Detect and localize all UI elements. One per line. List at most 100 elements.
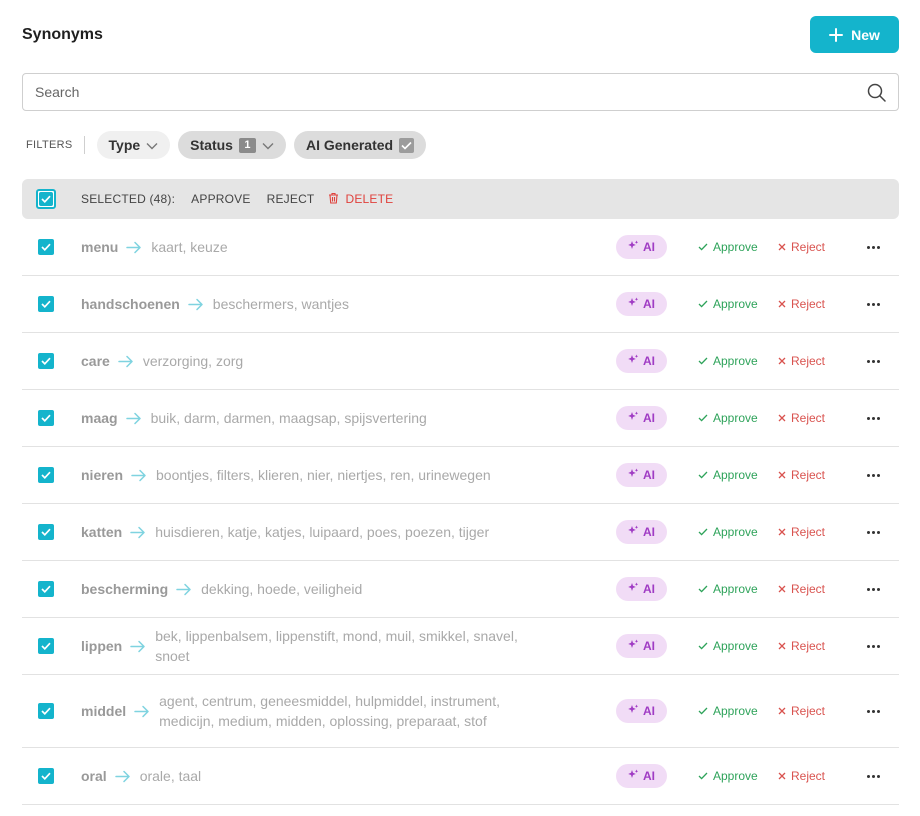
reject-label: Reject	[791, 704, 826, 718]
ai-badge: AI	[616, 235, 667, 259]
reject-label: Reject	[791, 468, 826, 482]
approve-button[interactable]: Approve	[698, 411, 758, 425]
reject-button[interactable]: Reject	[778, 704, 825, 718]
ai-badge-label: AI	[643, 769, 655, 783]
table-row: katten huisdieren, katje, katjes, luipaa…	[22, 504, 899, 561]
row-checkbox[interactable]	[38, 239, 54, 255]
ai-badge-label: AI	[643, 354, 655, 368]
search-input[interactable]	[35, 84, 867, 100]
check-icon	[698, 468, 708, 482]
approve-button[interactable]: Approve	[698, 354, 758, 368]
row-checkbox[interactable]	[38, 524, 54, 540]
approve-button[interactable]: Approve	[698, 769, 758, 783]
synonym-pair: care verzorging, zorg	[81, 351, 243, 371]
approve-button[interactable]: Approve	[698, 639, 758, 653]
more-options-icon[interactable]	[864, 769, 882, 783]
approve-button[interactable]: Approve	[698, 704, 758, 718]
close-icon	[778, 525, 786, 539]
selected-count: SELECTED (48):	[81, 192, 176, 206]
checkmark-icon	[399, 137, 415, 153]
row-checkbox[interactable]	[38, 467, 54, 483]
reject-label: Reject	[791, 639, 826, 653]
approve-button[interactable]: Approve	[698, 240, 758, 254]
bulk-approve-button[interactable]: APPROVE	[191, 192, 250, 206]
close-icon	[778, 769, 786, 783]
close-icon	[778, 704, 786, 718]
synonym-values: agent, centrum, geneesmiddel, hulpmiddel…	[159, 693, 500, 729]
reject-button[interactable]: Reject	[778, 240, 825, 254]
approve-button[interactable]: Approve	[698, 525, 758, 539]
more-options-icon[interactable]	[864, 525, 882, 539]
reject-button[interactable]: Reject	[778, 468, 825, 482]
synonym-values: boontjes, filters, klieren, nier, niertj…	[156, 467, 491, 483]
more-options-icon[interactable]	[864, 468, 882, 482]
term: care	[81, 353, 110, 369]
reject-button[interactable]: Reject	[778, 297, 825, 311]
approve-button[interactable]: Approve	[698, 297, 758, 311]
status-count-badge: 1	[238, 137, 256, 153]
table-row: oral orale, taal AI Approve Reject	[22, 748, 899, 805]
type-filter[interactable]: Type	[96, 131, 171, 159]
bulk-reject-button[interactable]: REJECT	[267, 192, 315, 206]
table-row: lippen bek, lippenbalsem, lippenstift, m…	[22, 618, 899, 675]
reject-button[interactable]: Reject	[778, 411, 825, 425]
new-button[interactable]: New	[810, 16, 899, 53]
approve-button[interactable]: Approve	[698, 468, 758, 482]
reject-label: Reject	[791, 240, 826, 254]
row-checkbox[interactable]	[38, 703, 54, 719]
term: handschoenen	[81, 296, 180, 312]
approve-label: Approve	[713, 525, 758, 539]
check-icon	[698, 639, 708, 653]
more-options-icon[interactable]	[864, 639, 882, 653]
more-options-icon[interactable]	[864, 297, 882, 311]
row-checkbox[interactable]	[38, 638, 54, 654]
arrow-right-icon	[130, 640, 146, 653]
sparkle-icon	[628, 354, 639, 368]
select-all-checkbox[interactable]	[36, 189, 56, 209]
page-title: Synonyms	[22, 26, 103, 43]
row-checkbox[interactable]	[38, 296, 54, 312]
table-row: nieren boontjes, filters, klieren, nier,…	[22, 447, 899, 504]
more-options-icon[interactable]	[864, 240, 882, 254]
table-row: maag buik, darm, darmen, maagsap, spijsv…	[22, 390, 899, 447]
reject-button[interactable]: Reject	[778, 769, 825, 783]
row-checkbox[interactable]	[38, 353, 54, 369]
ai-badge-label: AI	[643, 411, 655, 425]
row-checkbox[interactable]	[38, 581, 54, 597]
status-filter[interactable]: Status 1	[178, 131, 286, 159]
reject-button[interactable]: Reject	[778, 639, 825, 653]
bulk-delete-button[interactable]: DELETE	[328, 192, 393, 207]
more-options-icon[interactable]	[864, 582, 882, 596]
arrow-right-icon	[188, 298, 204, 311]
ai-badge-label: AI	[643, 704, 655, 718]
ai-badge: AI	[616, 577, 667, 601]
arrow-right-icon	[130, 526, 146, 539]
synonym-values: beschermers, wantjes	[212, 296, 349, 312]
more-options-icon[interactable]	[864, 411, 882, 425]
more-options-icon[interactable]	[864, 354, 882, 368]
reject-button[interactable]: Reject	[778, 582, 825, 596]
reject-button[interactable]: Reject	[778, 525, 825, 539]
synonym-list: menu kaart, keuze AI Approve Reject hand…	[22, 219, 899, 805]
ai-generated-filter[interactable]: AI Generated	[293, 131, 427, 159]
check-icon	[698, 354, 708, 368]
table-row: bescherming dekking, hoede, veiligheid A…	[22, 561, 899, 618]
filters-bar: FILTERS Type Status 1 AI Generated	[26, 131, 434, 159]
arrow-right-icon	[125, 412, 142, 425]
more-options-icon[interactable]	[864, 704, 882, 718]
term: middel	[81, 703, 127, 719]
search-icon[interactable]	[867, 83, 886, 102]
row-checkbox[interactable]	[38, 768, 54, 784]
table-row: middel agent, centrum, geneesmiddel, hul…	[22, 675, 899, 748]
approve-button[interactable]: Approve	[698, 582, 758, 596]
reject-label: Reject	[791, 354, 826, 368]
ai-badge: AI	[616, 520, 667, 544]
close-icon	[778, 240, 786, 254]
sparkle-icon	[628, 411, 639, 425]
ai-badge-label: AI	[643, 582, 655, 596]
arrow-right-icon	[131, 469, 147, 482]
reject-button[interactable]: Reject	[778, 354, 825, 368]
synonym-pair: handschoenen beschermers, wantjes	[81, 294, 349, 314]
row-checkbox[interactable]	[38, 410, 54, 426]
sparkle-icon	[628, 297, 639, 311]
